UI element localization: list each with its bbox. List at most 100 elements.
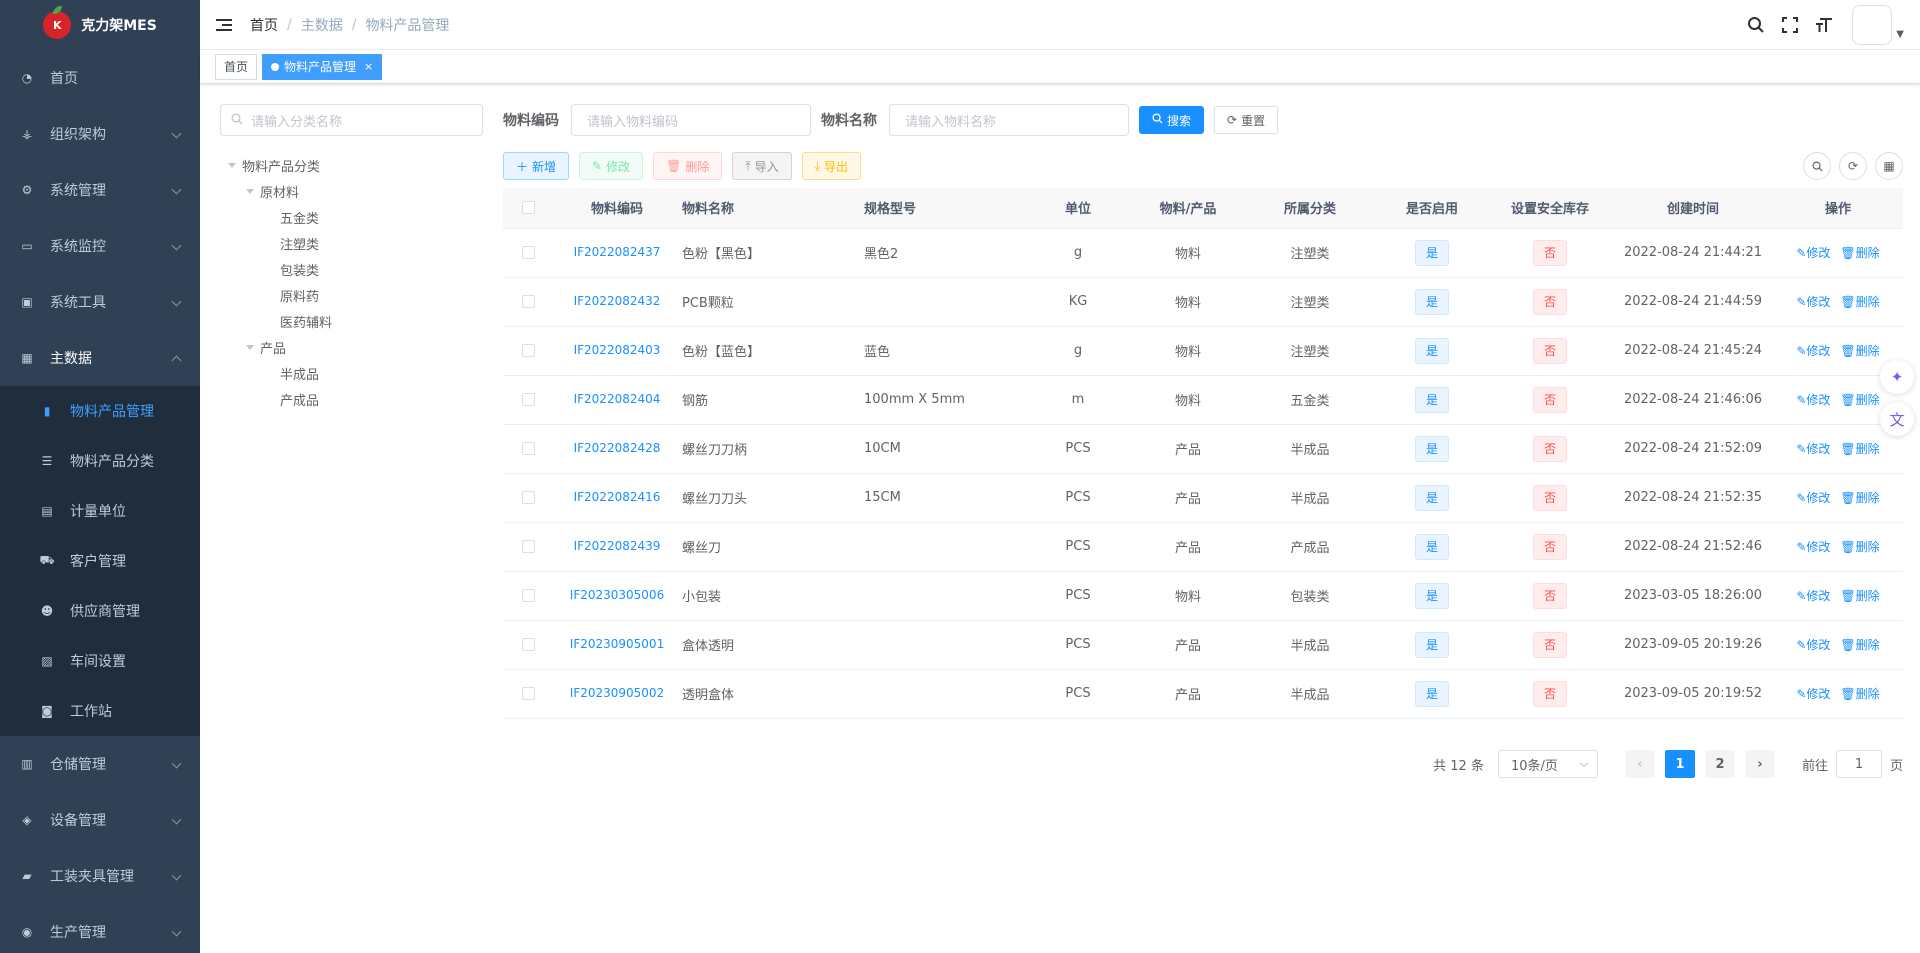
row-edit-button[interactable]: ✎修改 [1796, 589, 1830, 603]
table-row[interactable]: IF20230905002 透明盒体 PCS 产品 半成品 是 否 2023-09-05 20… [503, 669, 1903, 719]
tree-node-product[interactable]: 产品 [220, 334, 483, 360]
table-row[interactable]: IF2022082416 螺丝刀刀头 15CM PCS 产品 半成品 是 否 2022-08-2… [503, 473, 1903, 523]
app-logo[interactable]: K 克力架MES [0, 0, 200, 50]
tag-home[interactable]: 首页 [215, 53, 258, 80]
search-icon[interactable] [1746, 15, 1766, 35]
page-jumper-input[interactable]: 1 [1835, 750, 1882, 778]
avatar[interactable] [1852, 5, 1893, 45]
row-checkbox[interactable] [503, 424, 553, 474]
edit-button[interactable]: ✎ 修改 [579, 152, 644, 180]
row-delete-button[interactable]: 🗑删除 [1840, 344, 1879, 358]
delete-button[interactable]: 🗑 删除 [653, 152, 723, 180]
material-code-link[interactable]: IF2022082404 [574, 392, 661, 406]
row-delete-button[interactable]: 🗑删除 [1840, 589, 1879, 603]
sidebar-item-master-data[interactable]: ▦ 主数据 [0, 330, 200, 386]
breadcrumb-home[interactable]: 首页 [250, 15, 278, 35]
toggle-search-icon[interactable] [1803, 152, 1831, 180]
sidebar-item-home[interactable]: ◔ 首页 [0, 50, 200, 106]
row-delete-button[interactable]: 🗑删除 [1840, 246, 1879, 260]
row-checkbox[interactable] [503, 375, 553, 425]
sidebar-item-material-category[interactable]: ☰ 物料产品分类 [0, 436, 200, 486]
close-icon[interactable]: × [364, 55, 373, 79]
page-button-1[interactable]: 1 [1664, 750, 1695, 778]
material-code-link[interactable]: IF2022082437 [574, 245, 661, 259]
row-checkbox[interactable] [503, 277, 553, 327]
row-edit-button[interactable]: ✎修改 [1796, 638, 1830, 652]
row-checkbox[interactable] [503, 228, 553, 278]
code-input[interactable]: 请输入物料编码 [571, 104, 811, 136]
row-checkbox[interactable] [503, 571, 553, 621]
tree-node-leaf[interactable]: 半成品 [220, 360, 483, 386]
tree-node-root[interactable]: 物料产品分类 [220, 152, 483, 178]
row-delete-button[interactable]: 🗑删除 [1840, 295, 1879, 309]
sidebar-item-warehouse[interactable]: ▥ 仓储管理 [0, 736, 200, 792]
prev-page-button[interactable]: ‹ [1624, 750, 1655, 778]
translate-icon[interactable]: 文 [1880, 402, 1914, 436]
sidebar-item-tooling[interactable]: ▰ 工装夹具管理 [0, 848, 200, 904]
name-input[interactable]: 请输入物料名称 [889, 104, 1129, 136]
import-button[interactable]: ⤒ 导入 [732, 152, 792, 180]
table-row[interactable]: IF2022082403 色粉【蓝色】 蓝色 g 物料 注塑类 是 否 2022-08-24 2… [503, 326, 1903, 376]
export-button[interactable]: ⤓ 导出 [801, 152, 862, 180]
row-delete-button[interactable]: 🗑删除 [1840, 540, 1879, 554]
material-code-link[interactable]: IF2022082439 [574, 539, 661, 553]
row-edit-button[interactable]: ✎修改 [1796, 442, 1830, 456]
table-row[interactable]: IF2022082432 PCB颗粒 KG 物料 注塑类 是 否 2022-08-24 21:… [503, 277, 1903, 327]
tag-material-product[interactable]: 物料产品管理 × [262, 53, 383, 80]
material-code-link[interactable]: IF2022082428 [574, 441, 661, 455]
row-checkbox[interactable] [503, 326, 553, 376]
sidebar-item-workstation[interactable]: ◙ 工作站 [0, 686, 200, 736]
font-size-icon[interactable] [1814, 15, 1834, 35]
sidebar-item-org[interactable]: ⚶ 组织架构 [0, 106, 200, 162]
sidebar-item-material-product[interactable]: ▮ 物料产品管理 [0, 386, 200, 436]
row-delete-button[interactable]: 🗑删除 [1840, 442, 1879, 456]
row-edit-button[interactable]: ✎修改 [1796, 344, 1830, 358]
reset-button[interactable]: ⟳ 重置 [1214, 106, 1279, 134]
tree-node-raw-material[interactable]: 原材料 [220, 178, 483, 204]
columns-icon[interactable]: ▦ [1875, 152, 1903, 180]
row-edit-button[interactable]: ✎修改 [1796, 295, 1830, 309]
sidebar-item-production[interactable]: ◉ 生产管理 [0, 904, 200, 953]
tree-node-leaf[interactable]: 产成品 [220, 386, 483, 412]
material-code-link[interactable]: IF20230905001 [570, 637, 664, 651]
sidebar-item-supplier[interactable]: ☻ 供应商管理 [0, 586, 200, 636]
material-code-link[interactable]: IF2022082416 [574, 490, 661, 504]
row-edit-button[interactable]: ✎修改 [1796, 540, 1830, 554]
tree-node-leaf[interactable]: 注塑类 [220, 230, 483, 256]
tree-node-leaf[interactable]: 原料药 [220, 282, 483, 308]
material-code-link[interactable]: IF20230905002 [570, 686, 664, 700]
row-delete-button[interactable]: 🗑删除 [1840, 638, 1879, 652]
sidebar-item-workshop[interactable]: ▨ 车间设置 [0, 636, 200, 686]
hamburger-icon[interactable] [216, 15, 236, 35]
tree-node-leaf[interactable]: 医药辅料 [220, 308, 483, 334]
select-all-checkbox[interactable] [503, 188, 553, 229]
row-checkbox[interactable] [503, 522, 553, 572]
row-edit-button[interactable]: ✎修改 [1796, 687, 1830, 701]
row-delete-button[interactable]: 🗑删除 [1840, 393, 1879, 407]
row-edit-button[interactable]: ✎修改 [1796, 246, 1830, 260]
sidebar-item-unit[interactable]: ▤ 计量单位 [0, 486, 200, 536]
sidebar-item-equipment[interactable]: ◈ 设备管理 [0, 792, 200, 848]
sidebar-item-customer[interactable]: ⛟ 客户管理 [0, 536, 200, 586]
table-row[interactable]: IF20230305006 小包装 PCS 物料 包装类 是 否 2023-03-05 18:… [503, 571, 1903, 621]
sidebar-item-system[interactable]: ⚙ 系统管理 [0, 162, 200, 218]
table-row[interactable]: IF2022082439 螺丝刀 PCS 产品 产成品 是 否 2022-08-24 21:5… [503, 522, 1903, 572]
row-checkbox[interactable] [503, 620, 553, 670]
page-size-select[interactable]: 10条/页 [1497, 750, 1598, 778]
ai-sparkle-icon[interactable]: ✦ [1880, 360, 1914, 394]
search-button[interactable]: 搜索 [1139, 106, 1205, 134]
sidebar-item-monitor[interactable]: ▭ 系统监控 [0, 218, 200, 274]
row-delete-button[interactable]: 🗑删除 [1840, 491, 1879, 505]
category-search-input[interactable]: 请输入分类名称 [220, 104, 483, 136]
row-checkbox[interactable] [503, 669, 553, 719]
material-code-link[interactable]: IF2022082432 [574, 294, 661, 308]
table-row[interactable]: IF2022082437 色粉【黑色】 黑色2 g 物料 注塑类 是 否 2022-08-24 … [503, 228, 1903, 278]
material-code-link[interactable]: IF2022082403 [574, 343, 661, 357]
tree-node-leaf[interactable]: 五金类 [220, 204, 483, 230]
page-button-2[interactable]: 2 [1704, 750, 1735, 778]
table-row[interactable]: IF20230905001 盒体透明 PCS 产品 半成品 是 否 2023-09-05 20… [503, 620, 1903, 670]
table-row[interactable]: IF2022082404 钢筋 100mm X 5mm m 物料 五金类 是 否 2022-08… [503, 375, 1903, 425]
fullscreen-icon[interactable] [1780, 15, 1800, 35]
row-delete-button[interactable]: 🗑删除 [1840, 687, 1879, 701]
add-button[interactable]: ＋新增 [503, 152, 570, 180]
